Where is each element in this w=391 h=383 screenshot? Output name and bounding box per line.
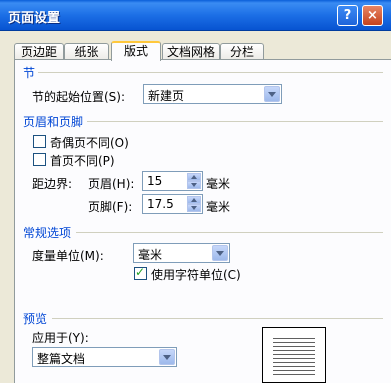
tab-layout[interactable]: 版式 [111,41,161,61]
footer-distance-spinner[interactable]: 17.5 [142,194,203,214]
spin-up-icon[interactable] [187,173,201,181]
header-distance-value: 15 [147,174,163,188]
spin-up-icon[interactable] [187,196,201,204]
preview-text-line [273,370,315,371]
section-divider [38,72,383,73]
header-distance-spinner[interactable]: 15 [142,171,203,191]
options-group-title: 常规选项 [23,226,72,240]
chevron-down-icon[interactable] [212,245,228,261]
title-bar[interactable]: 页面设置 ? × [0,0,391,31]
tab-document-grid[interactable]: 文档网格 [162,43,220,60]
tab-margins[interactable]: 页边距 [14,43,64,60]
first-page-label: 首页不同(P) [50,154,115,168]
header-distance-label: 页眉(H): [88,177,135,191]
header-unit: 毫米 [206,177,231,191]
preview-divider [52,318,383,319]
footer-unit: 毫米 [206,200,231,214]
preview-text-line [273,350,315,351]
spin-down-icon[interactable] [187,204,201,212]
preview-text-line [273,358,315,359]
footer-distance-value: 17.5 [147,197,174,211]
from-edge-label: 距边界: [32,177,73,191]
tab-paper[interactable]: 纸张 [64,43,109,60]
header-footer-group-title: 页眉和页脚 [23,115,84,129]
close-button[interactable]: × [362,5,383,26]
chevron-down-icon[interactable] [159,349,175,365]
first-page-checkbox[interactable] [33,153,46,166]
preview-group-title: 预览 [23,312,48,326]
preview-text-line [273,338,315,339]
measure-unit-value: 毫米 [138,248,163,262]
dialog-title: 页面设置 [8,11,61,26]
preview-text-line [273,354,315,355]
preview-text-line [273,346,315,347]
page-preview-thumbnail [262,327,326,383]
apply-to-select[interactable]: 整篇文档 [32,347,177,367]
header-footer-divider [87,121,383,122]
preview-text-line [273,342,315,343]
options-divider [76,232,383,233]
preview-text-line [273,374,315,375]
apply-to-label: 应用于(Y): [32,331,89,345]
section-start-select[interactable]: 新建页 [143,84,282,104]
section-group-title: 节 [23,66,36,80]
page-setup-dialog: 页面设置 ? × 页边距 纸张 版式 文档网格 分栏 节 节的起始位置(S): … [0,0,391,383]
chevron-down-icon[interactable] [264,86,280,102]
section-start-label: 节的起始位置(S): [32,90,126,104]
odd-even-label: 奇偶页不同(O) [50,136,129,150]
measure-unit-select[interactable]: 毫米 [133,243,230,263]
footer-distance-label: 页脚(F): [88,200,133,214]
tab-columns[interactable]: 分栏 [220,43,264,60]
char-unit-label: 使用字符单位(C) [151,268,241,282]
measure-unit-label: 度量单位(M): [32,249,104,263]
preview-text-line [273,366,315,367]
spin-down-icon[interactable] [187,181,201,189]
preview-text-line [273,362,315,363]
char-unit-checkbox[interactable] [134,265,147,280]
odd-even-checkbox[interactable] [33,135,46,148]
section-start-value: 新建页 [148,89,185,103]
apply-to-value: 整篇文档 [37,352,86,366]
help-button[interactable]: ? [337,5,358,26]
